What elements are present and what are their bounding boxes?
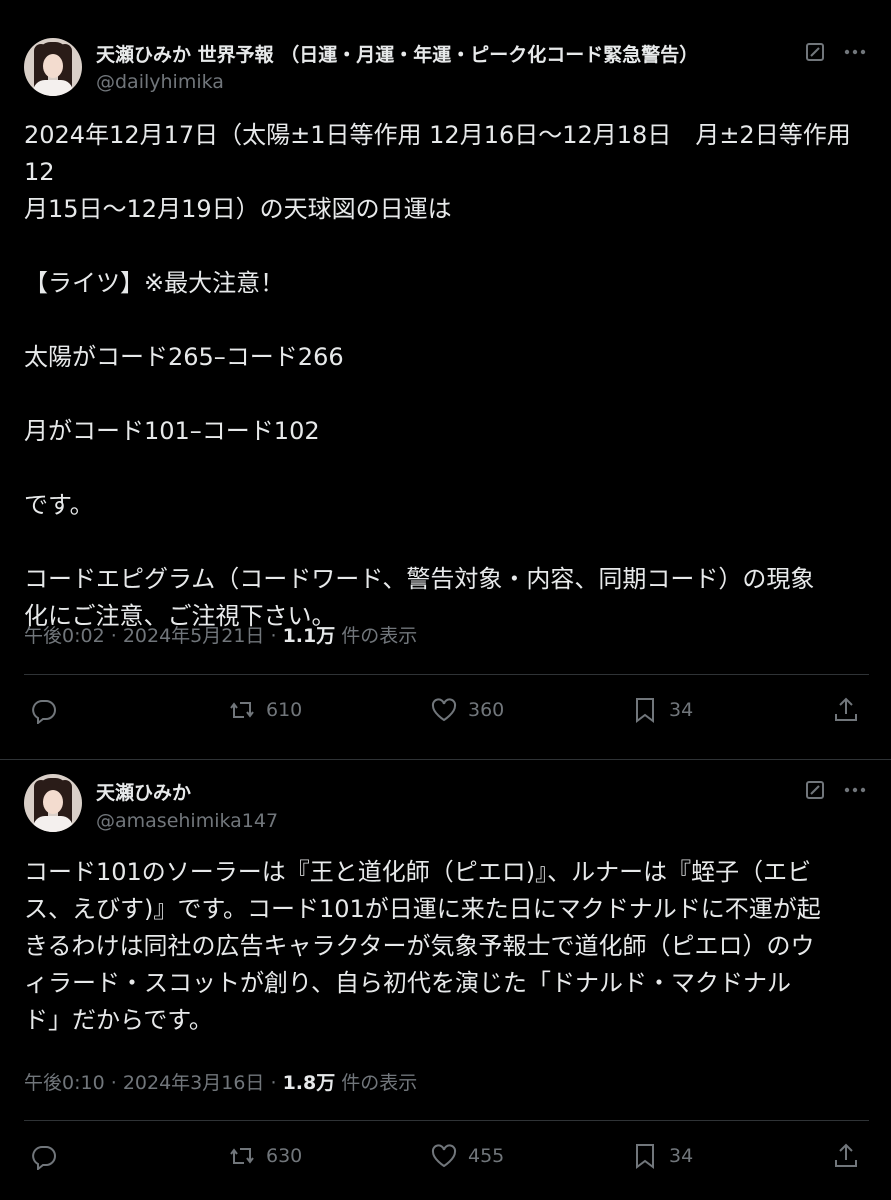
display-name[interactable]: 天瀬ひみか: [96, 778, 191, 805]
display-name[interactable]: 天瀬ひみか 世界予報 （日運・月運・年運・ピーク化コード緊急警告）: [96, 40, 698, 67]
share-button[interactable]: [832, 1142, 860, 1170]
repost-icon: [230, 1148, 254, 1164]
bookmark-icon: [636, 698, 654, 723]
reply-button[interactable]: [30, 1142, 58, 1170]
reply-icon: [32, 1146, 56, 1170]
repost-count: 630: [266, 1145, 303, 1167]
tweet-meta: 午後0:10 · 2024年3月16日 · 1.8万 件の表示: [24, 1072, 418, 1094]
handle[interactable]: @dailyhimika: [96, 71, 224, 93]
view-count: 1.1万: [282, 625, 336, 647]
edit-icon[interactable]: [805, 780, 825, 800]
like-count: 360: [468, 699, 505, 721]
like-button[interactable]: 360: [430, 696, 504, 724]
like-count: 455: [468, 1145, 505, 1167]
tweet-meta: 午後0:02 · 2024年5月21日 · 1.1万 件の表示: [24, 625, 418, 647]
repost-count: 610: [266, 699, 303, 721]
share-icon: [835, 1143, 857, 1167]
reply-icon: [32, 700, 56, 724]
handle[interactable]: @amasehimika147: [96, 810, 278, 832]
bookmark-icon: [636, 1144, 654, 1169]
view-label: 件の表示: [341, 1072, 418, 1094]
tweet-text: 2024年12月17日（太陽±1日等作用 12月16日〜12月18日 月±2日等…: [24, 121, 851, 630]
tweet[interactable]: 天瀬ひみか 世界予報 （日運・月運・年運・ピーク化コード緊急警告） @daily…: [0, 0, 891, 760]
timestamp-time[interactable]: 午後0:10: [24, 1072, 105, 1094]
more-icon[interactable]: [843, 42, 867, 62]
repost-button[interactable]: 630: [228, 1142, 302, 1170]
share-icon: [835, 697, 857, 721]
bookmark-count: 34: [669, 1145, 694, 1167]
reply-button[interactable]: [30, 696, 58, 724]
tweet[interactable]: 天瀬ひみか @amasehimika147 コード101のソーラーは『王と道化師…: [0, 760, 891, 1200]
timestamp-date[interactable]: 2024年5月21日: [123, 625, 265, 647]
like-icon: [431, 698, 457, 722]
divider: [24, 1120, 869, 1121]
bookmark-count: 34: [669, 699, 694, 721]
edit-icon[interactable]: [805, 42, 825, 62]
share-button[interactable]: [832, 696, 860, 724]
bookmark-button[interactable]: 34: [631, 696, 693, 724]
more-icon[interactable]: [843, 780, 867, 800]
timestamp-time[interactable]: 午後0:02: [24, 625, 105, 647]
like-icon: [431, 1144, 457, 1168]
divider: [24, 674, 869, 675]
avatar[interactable]: [24, 774, 82, 832]
repost-button[interactable]: 610: [228, 696, 302, 724]
tweet-text: コード101のソーラーは『王と道化師（ピエロ)』、ルナーは『蛭子（エビ ス、えび…: [24, 858, 821, 1034]
repost-icon: [230, 702, 254, 718]
like-button[interactable]: 455: [430, 1142, 504, 1170]
view-label: 件の表示: [341, 625, 418, 647]
avatar[interactable]: [24, 38, 82, 96]
timestamp-date[interactable]: 2024年3月16日: [123, 1072, 265, 1094]
bookmark-button[interactable]: 34: [631, 1142, 693, 1170]
view-count: 1.8万: [282, 1072, 336, 1094]
